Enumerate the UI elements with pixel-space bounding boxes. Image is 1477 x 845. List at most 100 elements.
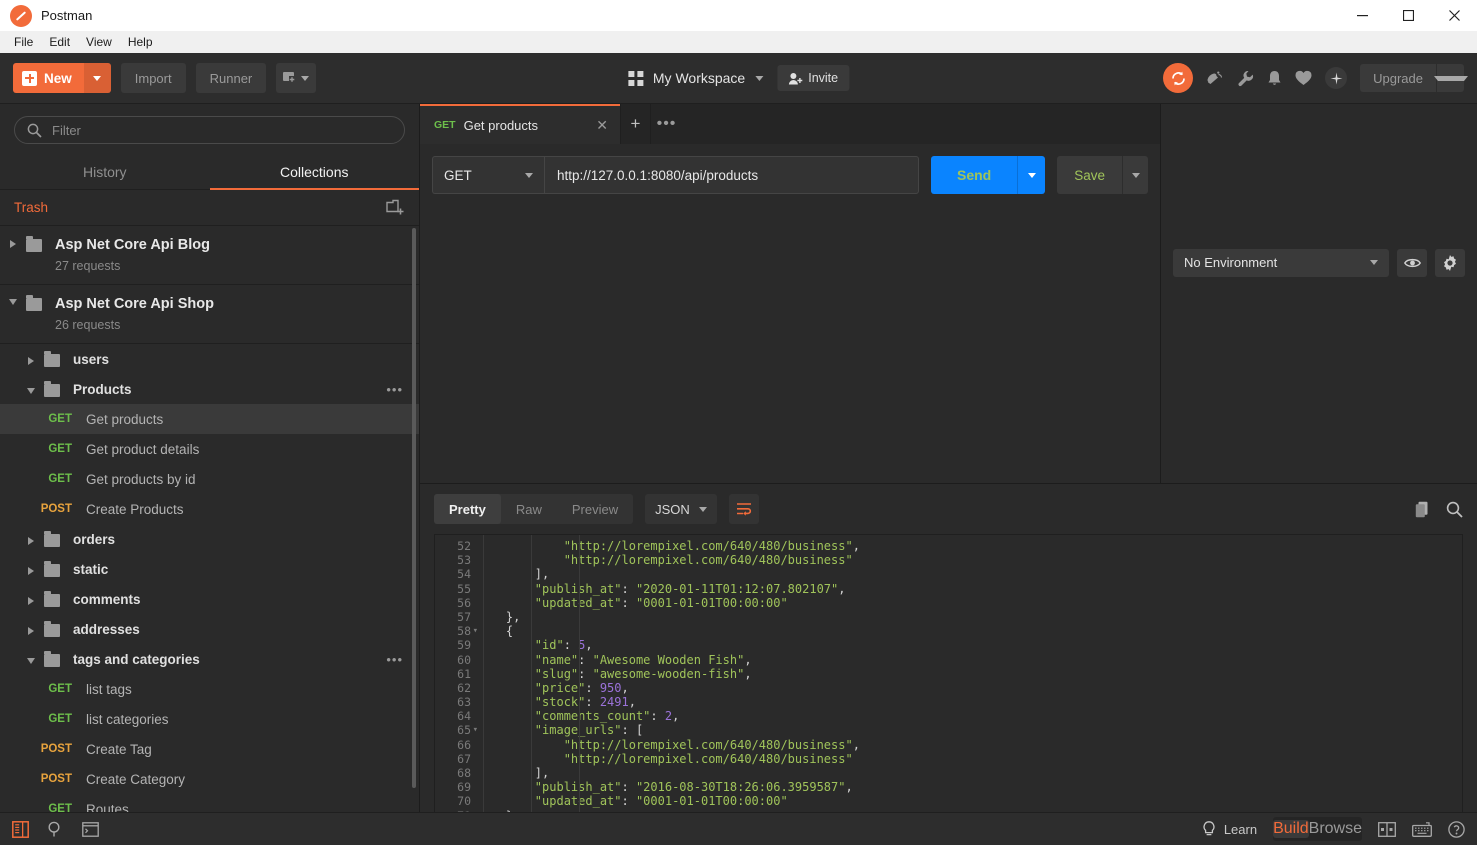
- chevron-right-icon[interactable]: [0, 236, 26, 248]
- environment-selector[interactable]: No Environment: [1173, 248, 1389, 277]
- folder-row[interactable]: users: [0, 344, 419, 374]
- keyboard-icon[interactable]: [1412, 821, 1432, 837]
- mode-build[interactable]: Build: [1273, 820, 1309, 838]
- help-icon[interactable]: [1448, 820, 1465, 838]
- send-button[interactable]: Send: [930, 156, 1046, 194]
- folder-more-button[interactable]: •••: [386, 652, 403, 667]
- wrench-icon[interactable]: [1237, 70, 1254, 87]
- json-code[interactable]: "http://lorempixel.com/640/480/business"…: [477, 535, 1462, 812]
- wrap-lines-icon[interactable]: [728, 494, 759, 524]
- sidebar-toggle-icon[interactable]: [12, 820, 29, 838]
- find-icon[interactable]: [47, 821, 64, 838]
- send-dropdown[interactable]: [1017, 156, 1045, 194]
- search-icon[interactable]: [1446, 501, 1463, 518]
- folder-row[interactable]: orders: [0, 524, 419, 554]
- tab-raw[interactable]: Raw: [501, 494, 557, 524]
- sidebar-scrollbar[interactable]: [412, 228, 416, 788]
- bell-icon[interactable]: [1267, 70, 1282, 87]
- request-tab[interactable]: GET Get products ✕: [420, 104, 620, 144]
- url-value: http://127.0.0.1:8080/api/products: [557, 167, 759, 183]
- heart-icon[interactable]: [1295, 70, 1312, 86]
- close-button[interactable]: [1431, 0, 1477, 31]
- format-label: JSON: [655, 501, 690, 517]
- new-dropdown-button[interactable]: [83, 63, 111, 93]
- send-label: Send: [956, 167, 992, 183]
- chevron-down-icon: [525, 172, 533, 178]
- request-row[interactable]: GET list tags: [0, 674, 419, 704]
- request-row[interactable]: GET Get products: [0, 404, 419, 434]
- request-row[interactable]: GET Routes: [0, 794, 419, 813]
- chevron-right-icon[interactable]: [18, 563, 44, 575]
- save-dropdown[interactable]: [1122, 156, 1148, 194]
- maximize-button[interactable]: [1385, 0, 1431, 31]
- satellite-icon[interactable]: [1206, 70, 1224, 87]
- chevron-right-icon[interactable]: [18, 533, 44, 545]
- folder-row[interactable]: comments: [0, 584, 419, 614]
- trash-link[interactable]: Trash: [14, 200, 48, 215]
- menu-help[interactable]: Help: [120, 33, 161, 51]
- chevron-right-icon[interactable]: [18, 353, 44, 365]
- chevron-down-icon[interactable]: [18, 654, 44, 664]
- request-row[interactable]: GET list categories: [0, 704, 419, 734]
- new-button-main[interactable]: New: [13, 63, 84, 93]
- url-input[interactable]: http://127.0.0.1:8080/api/products: [544, 156, 919, 194]
- tab-preview[interactable]: Preview: [557, 494, 633, 524]
- request-pane: GET Get products ✕ + ••• GET http://127.…: [420, 104, 1477, 812]
- request-row[interactable]: GET Get product details: [0, 434, 419, 464]
- upgrade-button[interactable]: Upgrade: [1360, 64, 1468, 92]
- folder-row[interactable]: static: [0, 554, 419, 584]
- chevron-down-icon[interactable]: [18, 384, 44, 394]
- tab-collections[interactable]: Collections: [209, 154, 420, 190]
- request-row[interactable]: POST Create Tag: [0, 734, 419, 764]
- copy-icon[interactable]: [1415, 501, 1430, 518]
- tab-history[interactable]: History: [0, 154, 210, 189]
- code-line: "publish_at": "2016-08-30T18:26:06.39595…: [535, 780, 853, 795]
- collection-item[interactable]: Asp Net Core Api Blog 27 requests: [0, 226, 419, 285]
- request-row[interactable]: POST Create Products: [0, 494, 419, 524]
- request-row[interactable]: POST Create Category: [0, 764, 419, 794]
- workspace-selector[interactable]: My Workspace Invite: [627, 65, 850, 91]
- new-window-button[interactable]: [276, 63, 317, 93]
- menu-edit[interactable]: Edit: [41, 33, 78, 51]
- folder-row[interactable]: tags and categories •••: [0, 644, 419, 674]
- upgrade-dropdown[interactable]: [1433, 64, 1468, 92]
- chevron-right-icon[interactable]: [18, 623, 44, 635]
- request-row[interactable]: GET Get products by id: [0, 464, 419, 494]
- add-tab-button[interactable]: +: [620, 104, 650, 144]
- sync-icon[interactable]: [1163, 63, 1194, 93]
- method-selector[interactable]: GET: [432, 156, 544, 194]
- plus-circle-icon[interactable]: [1325, 67, 1348, 89]
- save-button[interactable]: Save: [1057, 156, 1148, 194]
- learn-button[interactable]: Learn: [1202, 820, 1257, 838]
- import-button[interactable]: Import: [120, 63, 186, 93]
- code-line: "id": 5,: [534, 638, 593, 653]
- folder-row[interactable]: addresses: [0, 614, 419, 644]
- invite-button[interactable]: Invite: [777, 65, 850, 91]
- response-body[interactable]: 52 53 54 55 56 57 58 ▾ 59 60 61 62 63 64 65 ▾ 66 67 68 69 70…: [434, 534, 1463, 812]
- format-selector[interactable]: JSON: [645, 494, 717, 524]
- line-number: 63: [457, 695, 471, 710]
- chevron-right-icon[interactable]: [18, 593, 44, 605]
- mode-browse[interactable]: Browse: [1309, 820, 1362, 838]
- layout-icon[interactable]: [1378, 821, 1396, 837]
- collection-item[interactable]: Asp Net Core Api Shop 26 requests: [0, 285, 419, 344]
- collections-tree[interactable]: Asp Net Core Api Blog 27 requests Asp Net…: [0, 226, 419, 812]
- menu-view[interactable]: View: [78, 33, 120, 51]
- minimize-button[interactable]: [1339, 0, 1385, 31]
- search-input[interactable]: Filter: [14, 116, 405, 144]
- runner-button[interactable]: Runner: [195, 63, 267, 93]
- gear-icon[interactable]: [1435, 248, 1465, 277]
- folder-name: tags and categories: [73, 651, 200, 667]
- collection-name: Asp Net Core Api Shop: [55, 296, 214, 312]
- new-collection-icon[interactable]: [386, 199, 405, 216]
- new-button[interactable]: New: [13, 63, 111, 93]
- eye-icon[interactable]: [1397, 248, 1427, 277]
- folder-more-button[interactable]: •••: [386, 382, 403, 397]
- menu-file[interactable]: File: [6, 33, 41, 51]
- tabs-more-button[interactable]: •••: [650, 104, 682, 144]
- close-icon[interactable]: ✕: [578, 117, 608, 134]
- tab-pretty[interactable]: Pretty: [434, 494, 501, 524]
- chevron-down-icon[interactable]: [0, 295, 26, 305]
- folder-row[interactable]: Products •••: [0, 374, 419, 404]
- console-icon[interactable]: [82, 821, 99, 837]
